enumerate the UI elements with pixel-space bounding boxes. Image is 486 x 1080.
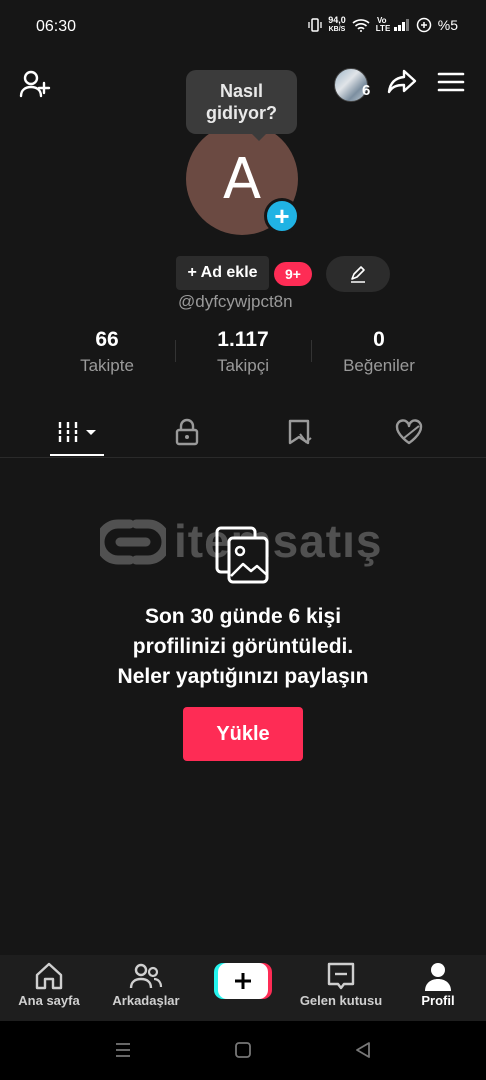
username: @dyfcywjpct8n <box>178 292 293 311</box>
tab-videos[interactable] <box>50 410 104 454</box>
nav-profile[interactable]: Profil <box>410 961 466 1008</box>
pencil-icon <box>351 266 365 283</box>
upload-button[interactable]: Yükle <box>183 707 303 761</box>
tab-indicator <box>50 454 104 456</box>
nav-inbox[interactable]: Gelen kutusu <box>294 961 388 1008</box>
liked-icon <box>395 419 423 445</box>
add-photo-button[interactable]: + <box>264 198 300 234</box>
empty-state-message: Son 30 günde 6 kişi profilinizi görüntül… <box>60 602 426 692</box>
tabs-divider <box>0 457 486 458</box>
signal-icon <box>393 19 409 31</box>
tooltip: Nasıl gidiyor? <box>186 70 297 134</box>
tab-private[interactable] <box>160 410 214 454</box>
bookmark-icon <box>288 419 312 445</box>
empty-state-line: Neler yaptığınızı paylaşın <box>117 665 369 688</box>
empty-state-line: Son 30 günde 6 kişi <box>144 605 342 628</box>
videos-grid-icon <box>58 422 96 442</box>
stat-followers-label: Takipçi <box>217 356 269 375</box>
divider <box>175 340 176 362</box>
stat-likes-value: 0 <box>373 328 385 351</box>
avatar-letter: A <box>222 146 262 212</box>
tab-favorites[interactable] <box>273 410 327 454</box>
notification-badge[interactable]: 9+ <box>274 262 312 286</box>
divider <box>311 340 312 362</box>
nav-home-label: Ana sayfa <box>18 993 80 1008</box>
stat-following-label: Takipte <box>80 356 134 375</box>
nav-inbox-label: Gelen kutusu <box>299 993 383 1008</box>
add-name-button[interactable]: + Ad ekle <box>176 256 269 290</box>
story-count: 6 <box>362 82 371 99</box>
photo-icon <box>213 524 273 586</box>
profile-icon <box>425 963 451 991</box>
stat-following[interactable]: 66 Takipte <box>47 328 167 376</box>
stat-followers[interactable]: 1.117 Takipçi <box>183 328 303 376</box>
status-icons: 94,0 KB/S Vo LTE %5 <box>308 16 458 34</box>
plus-icon <box>235 973 251 989</box>
menu-icon[interactable] <box>434 68 468 96</box>
story-viewers[interactable]: 6 <box>334 68 374 102</box>
stat-following-value: 66 <box>95 328 119 351</box>
tab-liked[interactable] <box>382 410 436 454</box>
home-button-icon[interactable] <box>234 1041 252 1059</box>
back-icon[interactable] <box>354 1041 372 1059</box>
bottom-nav: Ana sayfa Arkadaşlar Gelen kutusu Profil <box>0 955 486 1021</box>
edit-profile-button[interactable] <box>326 256 390 292</box>
volte-indicator: Vo LTE <box>375 16 391 33</box>
tooltip-arrow <box>251 133 267 141</box>
nav-friends[interactable]: Arkadaşlar <box>106 961 186 1008</box>
friends-icon <box>129 963 163 989</box>
battery-level: %5 <box>437 17 458 33</box>
lock-icon <box>175 418 199 446</box>
network-speed: 94,0 KB/S <box>328 15 346 34</box>
plus-icon: + <box>274 201 290 231</box>
home-icon <box>35 962 63 990</box>
stat-likes-label: Beğeniler <box>343 356 415 375</box>
create-button[interactable] <box>214 963 272 999</box>
inbox-icon <box>327 962 355 990</box>
vibrate-icon <box>308 18 322 32</box>
watermark-logo <box>100 519 166 565</box>
recent-apps-icon[interactable] <box>114 1041 132 1059</box>
battery-saver-icon <box>416 17 432 33</box>
empty-state-line: profilinizi görüntüledi. <box>132 635 354 658</box>
stat-followers-value: 1.117 <box>217 328 269 351</box>
nav-home[interactable]: Ana sayfa <box>14 961 84 1008</box>
nav-friends-label: Arkadaşlar <box>112 993 180 1008</box>
watermark-text: itemsatış <box>174 515 383 567</box>
system-nav-bar <box>0 1021 486 1080</box>
share-icon[interactable] <box>384 66 420 98</box>
stat-likes[interactable]: 0 Beğeniler <box>319 328 439 376</box>
wifi-icon <box>352 19 370 32</box>
add-user-icon[interactable] <box>16 66 54 102</box>
status-time: 06:30 <box>36 18 77 35</box>
nav-profile-label: Profil <box>421 993 455 1008</box>
